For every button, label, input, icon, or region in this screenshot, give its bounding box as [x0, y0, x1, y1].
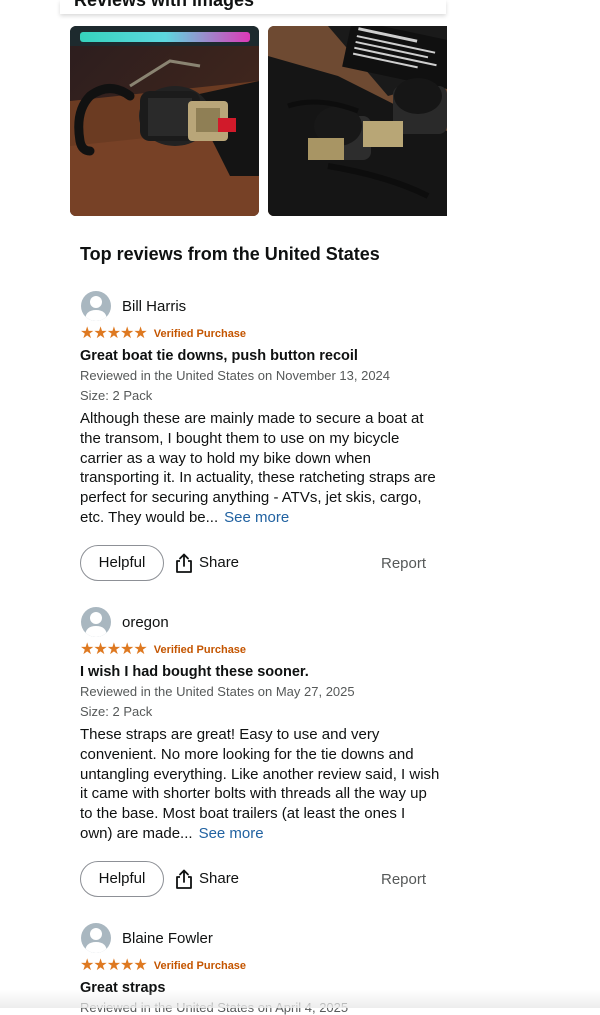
- reviewer-profile[interactable]: Blaine Fowler: [80, 922, 440, 954]
- review-images-carousel[interactable]: [70, 26, 447, 216]
- reviewer-name[interactable]: oregon: [122, 614, 169, 631]
- share-icon: [176, 553, 192, 573]
- images-section-title: Reviews with images: [74, 0, 255, 10]
- share-icon: [176, 869, 192, 889]
- verified-purchase-badge: Verified Purchase: [153, 644, 247, 656]
- review-body: These straps are great! Easy to use and …: [80, 725, 440, 844]
- review-image-2[interactable]: [268, 26, 447, 216]
- top-reviews-heading: Top reviews from the United States: [80, 244, 380, 264]
- helpful-button[interactable]: Helpful: [80, 544, 164, 581]
- review-title: Great boat tie downs, push button recoil: [80, 348, 358, 364]
- user-avatar-icon: [81, 607, 111, 637]
- review-date: Reviewed in the United States on May 27,…: [80, 684, 355, 699]
- helpful-button[interactable]: Helpful: [80, 860, 164, 897]
- report-link[interactable]: Report: [381, 555, 426, 572]
- see-more-link[interactable]: See more: [224, 509, 289, 526]
- review-actions: Helpful Share Report: [80, 544, 440, 585]
- review-title: I wish I had bought these sooner.: [80, 664, 309, 680]
- images-section-header: Reviews with images: [60, 0, 446, 14]
- star-rating-icon[interactable]: ★★★★★: [80, 326, 148, 342]
- review-image-1[interactable]: [70, 26, 259, 216]
- see-more-link[interactable]: See more: [199, 825, 264, 842]
- review-variant-size: Size: 2 Pack: [80, 704, 153, 719]
- review-variant-size: Size: 2 Pack: [80, 388, 153, 403]
- share-button[interactable]: Share: [175, 869, 239, 889]
- star-rating-icon[interactable]: ★★★★★: [80, 958, 148, 974]
- user-avatar-icon: [81, 923, 111, 953]
- review-body: Although these are mainly made to secure…: [80, 409, 440, 528]
- reviewer-name[interactable]: Bill Harris: [122, 298, 186, 315]
- verified-purchase-badge: Verified Purchase: [153, 960, 247, 972]
- reviewer-name[interactable]: Blaine Fowler: [122, 930, 213, 947]
- share-label: Share: [199, 554, 240, 572]
- review-card: Bill Harris ★★★★★ Verified Purchase Grea…: [80, 290, 440, 585]
- user-avatar-icon: [81, 291, 111, 321]
- review-date: Reviewed in the United States on Novembe…: [80, 368, 391, 383]
- reviewer-profile[interactable]: oregon: [80, 606, 440, 638]
- scroll-fade: [0, 990, 600, 1008]
- share-button[interactable]: Share: [175, 553, 239, 573]
- review-actions: Helpful Share Report: [80, 860, 440, 901]
- verified-purchase-badge: Verified Purchase: [153, 328, 247, 340]
- reviewer-profile[interactable]: Bill Harris: [80, 290, 440, 322]
- star-rating-icon[interactable]: ★★★★★: [80, 642, 148, 658]
- review-card: oregon ★★★★★ Verified Purchase I wish I …: [80, 606, 440, 901]
- share-label: Share: [199, 870, 240, 888]
- report-link[interactable]: Report: [381, 871, 426, 888]
